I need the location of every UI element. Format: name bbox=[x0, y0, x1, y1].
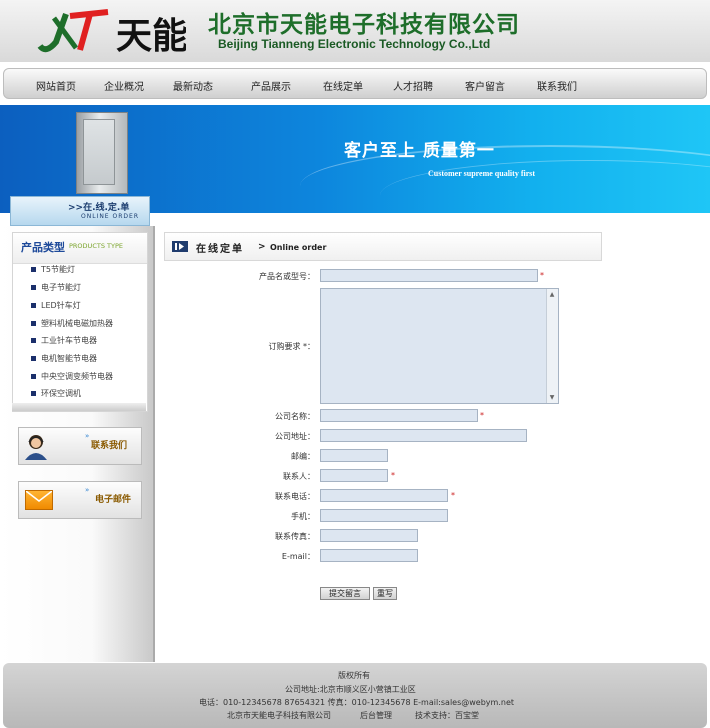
category-item[interactable]: 工业针车节电器 bbox=[31, 335, 97, 346]
fax-input[interactable] bbox=[320, 529, 418, 542]
required-mark: * bbox=[391, 471, 395, 480]
category-item[interactable]: 塑料机械电磁加热器 bbox=[31, 318, 113, 329]
nav-products[interactable]: 产品展示 bbox=[251, 78, 291, 93]
required-mark: * bbox=[480, 411, 484, 420]
bullet-icon bbox=[31, 374, 36, 379]
bullet-icon bbox=[31, 267, 36, 272]
nav-online-order[interactable]: 在线定单 bbox=[323, 78, 363, 93]
address-label: 公司地址： bbox=[275, 432, 315, 441]
page-title-en: Online order bbox=[270, 243, 327, 252]
scroll-up-icon[interactable]: ▲ bbox=[548, 290, 556, 299]
title-separator: > bbox=[258, 242, 266, 252]
online-order-tab-title: >>在.线.定.单 bbox=[68, 203, 130, 213]
fax-label: 联系传真： bbox=[275, 532, 315, 541]
mobile-label: 手机： bbox=[291, 512, 315, 521]
company-logo: 天能 bbox=[37, 9, 186, 56]
company-name-en: Beijing Tianneng Electronic Technology C… bbox=[218, 37, 491, 51]
company-input[interactable] bbox=[320, 409, 478, 422]
contact-person-label: 联系人： bbox=[283, 472, 315, 481]
nav-home[interactable]: 网站首页 bbox=[36, 78, 76, 93]
nav-news[interactable]: 最新动态 bbox=[173, 78, 213, 93]
footer-address: 公司地址:北京市顺义区小营镇工业区 bbox=[285, 685, 416, 694]
contact-us-banner[interactable]: » 联系我们 bbox=[18, 427, 142, 465]
play-arrow-icon bbox=[172, 241, 188, 252]
scroll-down-icon[interactable]: ▼ bbox=[548, 393, 556, 402]
page-title: 在线定单 bbox=[196, 244, 244, 255]
required-mark: * bbox=[451, 491, 455, 500]
category-box-footer bbox=[12, 403, 146, 411]
product-input[interactable] bbox=[320, 269, 538, 282]
product-category-box: 产品类型 PRODUCTS TYPE T5节能灯 电子节能灯 LED针车灯 塑料… bbox=[12, 232, 148, 412]
envelope-icon bbox=[25, 490, 53, 510]
category-item[interactable]: 环保空调机 bbox=[31, 388, 81, 399]
nav-messages[interactable]: 客户留言 bbox=[465, 78, 505, 93]
submit-button[interactable]: 提交留言 bbox=[320, 587, 370, 600]
svg-text:天能: 天能 bbox=[116, 15, 186, 56]
requirement-textarea[interactable]: ▲ ▼ bbox=[320, 288, 559, 404]
nav-jobs[interactable]: 人才招聘 bbox=[393, 78, 433, 93]
required-mark: * bbox=[540, 271, 544, 280]
category-item[interactable]: 中央空调变频节电器 bbox=[31, 371, 113, 382]
banner-slogan-en: Customer supreme quality first bbox=[428, 169, 536, 178]
product-cabinet-image bbox=[76, 112, 128, 194]
mobile-input[interactable] bbox=[320, 509, 448, 522]
nav-about[interactable]: 企业概况 bbox=[104, 78, 144, 93]
category-header: 产品类型 PRODUCTS TYPE bbox=[13, 233, 147, 264]
phone-label: 联系电话： bbox=[275, 492, 315, 501]
category-subtitle: PRODUCTS TYPE bbox=[69, 242, 123, 250]
bullet-icon bbox=[31, 356, 36, 361]
postcode-label: 邮编： bbox=[291, 452, 315, 461]
footer-copyright: 版权所有 bbox=[338, 671, 370, 680]
bullet-icon bbox=[31, 321, 36, 326]
customer-service-icon bbox=[25, 435, 47, 460]
bullet-icon bbox=[31, 391, 36, 396]
double-arrow-icon: » bbox=[85, 432, 90, 440]
footer-support: 技术支持：百宝堂 bbox=[415, 711, 479, 720]
email-input[interactable] bbox=[320, 549, 418, 562]
contact-us-label: 联系我们 bbox=[91, 441, 128, 451]
category-item[interactable]: T5节能灯 bbox=[31, 264, 75, 275]
email-label: 电子邮件 bbox=[95, 495, 132, 505]
category-item[interactable]: 电机智能节电器 bbox=[31, 353, 97, 364]
reset-button[interactable]: 重写 bbox=[373, 587, 397, 600]
email-banner[interactable]: » 电子邮件 bbox=[18, 481, 142, 519]
category-item[interactable]: 电子节能灯 bbox=[31, 282, 81, 293]
site-header: 天能 北京市天能电子科技有限公司 Beijing Tianneng Electr… bbox=[0, 0, 710, 62]
footer-company: 北京市天能电子科技有限公司 bbox=[227, 711, 331, 720]
main-nav: 网站首页 企业概况 最新动态 产品展示 在线定单 人才招聘 客户留言 联系我们 bbox=[3, 68, 707, 99]
bullet-icon bbox=[31, 285, 36, 290]
email-field-label: E-mail： bbox=[281, 552, 315, 561]
banner-slogan: 客户至上 质量第一 bbox=[344, 141, 495, 161]
category-item[interactable]: LED针车灯 bbox=[31, 300, 81, 311]
admin-link[interactable]: 后台管理 bbox=[360, 710, 392, 721]
company-label: 公司名称： bbox=[275, 412, 315, 421]
contact-person-input[interactable] bbox=[320, 469, 388, 482]
online-order-tab-subtitle: ONLINE ORDER bbox=[81, 213, 139, 220]
requirement-label: 订购要求 *： bbox=[268, 342, 315, 351]
nav-contact[interactable]: 联系我们 bbox=[537, 78, 577, 93]
phone-input[interactable] bbox=[320, 489, 448, 502]
product-label: 产品名或型号： bbox=[259, 272, 315, 281]
textarea-scrollbar[interactable]: ▲ ▼ bbox=[546, 289, 558, 403]
main-section-header: 在线定单 > Online order bbox=[164, 232, 602, 261]
double-arrow-icon: » bbox=[85, 486, 90, 494]
bullet-icon bbox=[31, 338, 36, 343]
address-input[interactable] bbox=[320, 429, 527, 442]
company-name-cn: 北京市天能电子科技有限公司 bbox=[208, 12, 520, 38]
online-order-tab: >>在.线.定.单 ONLINE ORDER bbox=[10, 196, 150, 226]
postcode-input[interactable] bbox=[320, 449, 388, 462]
bullet-icon bbox=[31, 303, 36, 308]
category-title: 产品类型 bbox=[21, 241, 65, 254]
footer-contact-info: 电话：010-12345678 87654321 传真：010-12345678… bbox=[199, 698, 514, 707]
